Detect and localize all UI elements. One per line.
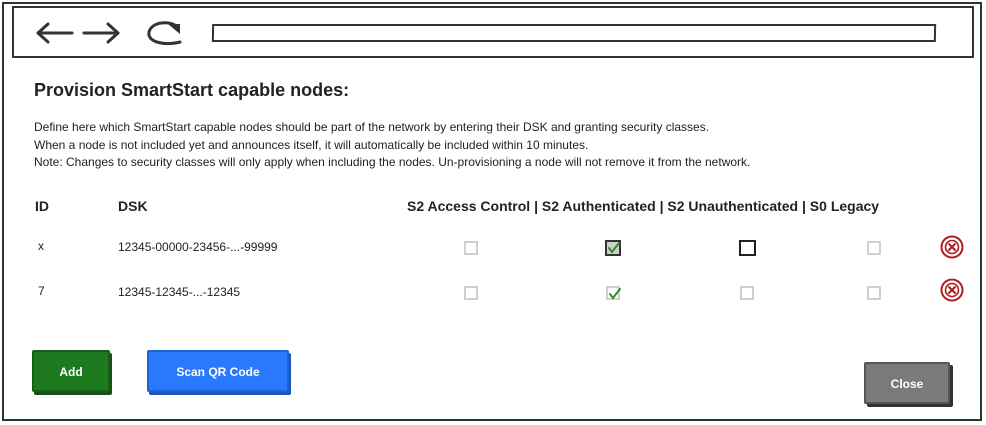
s0-legacy-checkbox[interactable] (867, 241, 881, 255)
add-button[interactable]: Add (32, 350, 110, 392)
arrow-left-icon[interactable] (34, 20, 74, 46)
close-button[interactable]: Close (864, 362, 950, 404)
row-dsk: 12345-12345-...-12345 (118, 285, 241, 299)
column-header-dsk: DSK (118, 198, 148, 214)
row-id: x (38, 239, 44, 253)
s2-authenticated-checkbox[interactable] (605, 240, 621, 256)
s0-legacy-checkbox[interactable] (867, 286, 881, 300)
column-header-id: ID (35, 198, 49, 214)
address-bar[interactable] (211, 24, 937, 42)
browser-toolbar (12, 6, 974, 58)
row-id: 7 (38, 284, 45, 298)
arrow-right-icon[interactable] (82, 20, 122, 46)
scan-qr-code-button[interactable]: Scan QR Code (147, 350, 289, 392)
column-header-security-classes: S2 Access Control | S2 Authenticated | S… (407, 198, 880, 214)
s2-unauthenticated-checkbox[interactable] (740, 286, 754, 300)
s2-unauthenticated-checkbox[interactable] (739, 240, 756, 256)
s2-authenticated-checkbox[interactable] (606, 286, 621, 300)
description-line-2: When a node is not included yet and anno… (34, 138, 589, 152)
s2-access-control-checkbox[interactable] (464, 286, 478, 300)
description-line-1: Define here which SmartStart capable nod… (34, 120, 710, 134)
remove-circle-icon[interactable] (940, 278, 964, 302)
s2-access-control-checkbox[interactable] (464, 241, 478, 255)
row-dsk: 12345-00000-23456-...-99999 (118, 240, 278, 254)
description-line-3: Note: Changes to security classes will o… (34, 155, 751, 169)
dialog-title: Provision SmartStart capable nodes: (34, 80, 350, 100)
reload-icon[interactable] (144, 20, 186, 48)
remove-circle-icon[interactable] (940, 235, 964, 259)
